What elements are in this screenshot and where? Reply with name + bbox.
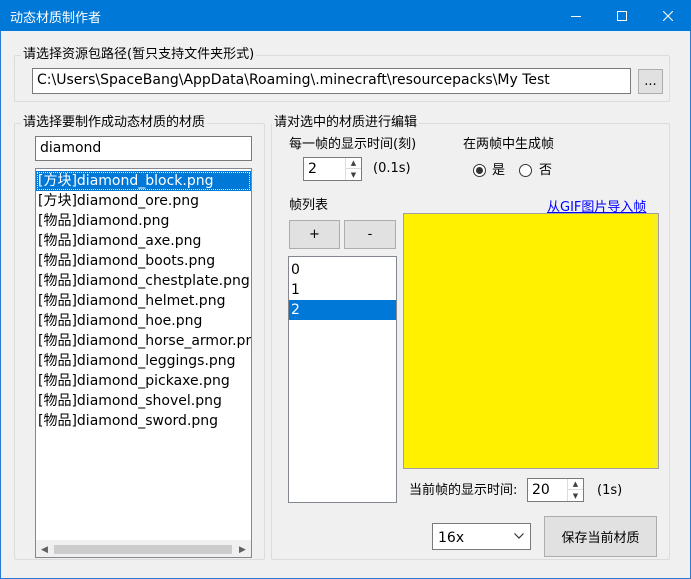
stepper-up-icon[interactable]: ▲ [346, 158, 361, 169]
frame-time-label: 每一帧的显示时间(刻) [289, 137, 417, 152]
texture-filter-input[interactable]: diamond [35, 136, 252, 161]
editor-group-label: 请对选中的材质进行编辑 [272, 115, 420, 131]
frame-list-item[interactable]: 1 [289, 280, 396, 300]
frame-time-value: 2 [308, 161, 317, 177]
texture-list[interactable]: [方块]diamond_block.png [方块]diamond_ore.pn… [35, 168, 252, 558]
scale-select[interactable]: 16x [432, 523, 531, 550]
remove-frame-button[interactable]: - [344, 220, 396, 249]
texture-list-item[interactable]: [方块]diamond_ore.png [36, 191, 251, 211]
chevron-down-icon [514, 533, 524, 539]
frame-preview-canvas [403, 213, 659, 469]
current-frame-time-value: 20 [532, 482, 550, 498]
texture-list-item[interactable]: [物品]diamond.png [36, 211, 251, 231]
browse-button[interactable]: ... [638, 69, 663, 94]
current-frame-time-label: 当前帧的显示时间: [409, 483, 518, 498]
frame-list[interactable]: 0 1 2 [288, 256, 397, 503]
stepper-down-icon[interactable]: ▼ [568, 490, 583, 501]
maximize-icon [617, 10, 627, 21]
stepper-down-icon[interactable]: ▼ [346, 169, 361, 180]
close-icon [663, 10, 673, 21]
frame-time-unit: (0.1s) [373, 161, 411, 176]
texture-list-item[interactable]: [物品]diamond_boots.png [36, 251, 251, 271]
scroll-thumb[interactable] [54, 545, 232, 554]
current-frame-time-stepper[interactable]: 20 ▲ ▼ [527, 478, 584, 502]
title-bar[interactable]: 动态材质制作者 [0, 0, 691, 31]
texture-list-item[interactable]: [物品]diamond_chestplate.png [36, 271, 251, 291]
texture-list-item[interactable]: [物品]diamond_hoe.png [36, 311, 251, 331]
scroll-left-icon[interactable]: ◀ [36, 541, 53, 557]
texture-list-hscrollbar[interactable]: ◀ ▶ [36, 540, 251, 557]
scale-select-value: 16x [438, 530, 465, 546]
close-button[interactable] [645, 0, 691, 31]
radio-yes-label[interactable]: 是 [492, 163, 505, 179]
resource-pack-path-input[interactable]: C:\Users\SpaceBang\AppData\Roaming\.mine… [32, 68, 631, 94]
texture-list-item[interactable]: [物品]diamond_helmet.png [36, 291, 251, 311]
frame-list-label: 帧列表 [289, 198, 329, 213]
texture-list-item[interactable]: [物品]diamond_sword.png [36, 411, 251, 431]
save-texture-button[interactable]: 保存当前材质 [544, 516, 657, 557]
frame-time-stepper[interactable]: 2 ▲ ▼ [303, 157, 362, 181]
texture-list-item[interactable]: [物品]diamond_horse_armor.png [36, 331, 251, 351]
frame-list-item[interactable]: 0 [289, 260, 396, 280]
window-title: 动态材质制作者 [10, 11, 102, 26]
texture-list-item[interactable]: [物品]diamond_shovel.png [36, 391, 251, 411]
texture-list-item[interactable]: [方块]diamond_block.png [36, 171, 251, 191]
radio-dot-icon [476, 167, 483, 174]
minimize-icon [571, 15, 581, 17]
current-frame-time-unit: (1s) [597, 483, 623, 498]
minimize-button[interactable] [553, 0, 599, 31]
texture-list-item[interactable]: [物品]diamond_leggings.png [36, 351, 251, 371]
stepper-up-icon[interactable]: ▲ [568, 479, 583, 490]
preview-edge [650, 214, 658, 468]
radio-no[interactable] [519, 164, 532, 177]
radio-no-label[interactable]: 否 [539, 163, 552, 179]
texture-select-group-label: 请选择要制作成动态材质的材质 [21, 115, 208, 131]
maximize-button[interactable] [599, 0, 645, 31]
add-frame-button[interactable]: + [289, 220, 340, 249]
scroll-right-icon[interactable]: ▶ [234, 541, 251, 557]
radio-yes[interactable] [473, 164, 486, 177]
resource-pack-group-label: 请选择资源包路径(暂只支持文件夹形式) [21, 47, 257, 63]
interpolate-label: 在两帧中生成帧 [463, 137, 555, 152]
texture-list-item[interactable]: [物品]diamond_axe.png [36, 231, 251, 251]
frame-list-item[interactable]: 2 [289, 300, 396, 320]
texture-list-item[interactable]: [物品]diamond_pickaxe.png [36, 371, 251, 391]
